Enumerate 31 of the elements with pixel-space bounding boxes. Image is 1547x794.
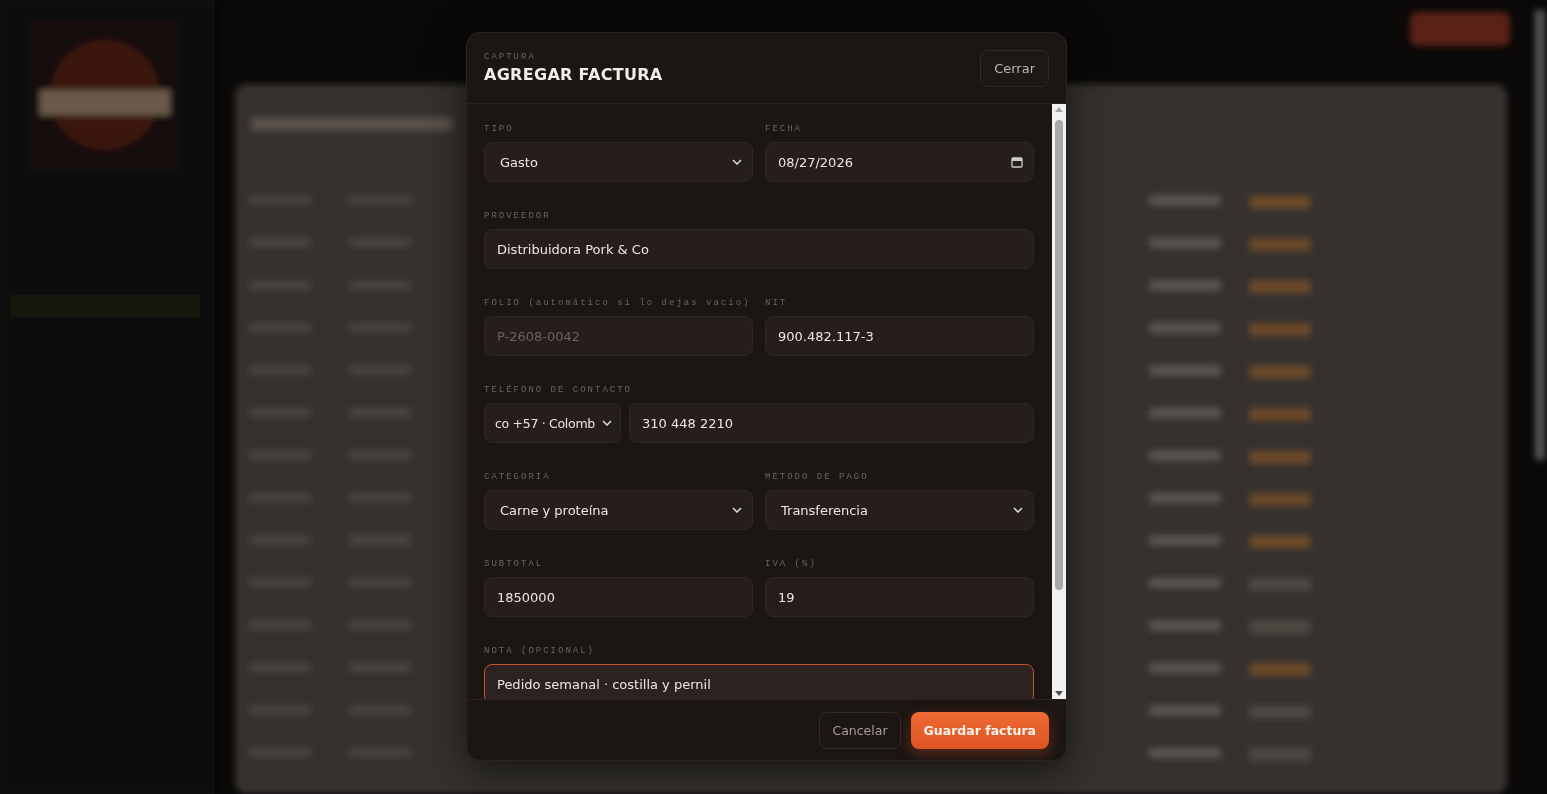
select-field[interactable]: co +57 · Colomb — [484, 403, 621, 443]
input-field[interactable]: 19 — [765, 577, 1034, 617]
calendar-icon — [1011, 156, 1023, 168]
input-field[interactable]: 900.482.117-3 — [765, 316, 1034, 356]
chevron-down-icon — [602, 420, 612, 426]
input-field[interactable]: 1850000 — [484, 577, 753, 617]
chevron-down-icon — [732, 507, 742, 513]
date-field[interactable]: 08/27/2026 — [765, 142, 1034, 182]
field-label: NIT — [765, 298, 789, 310]
select-field[interactable]: Transferencia — [765, 490, 1034, 530]
field-label: PROVEEDOR — [484, 211, 552, 223]
field-label: MÉTODO DE PAGO — [765, 472, 870, 484]
field-label: TIPO — [484, 124, 515, 136]
dialog-eyebrow: CAPTURA — [484, 52, 537, 62]
chevron-down-icon — [732, 159, 742, 165]
input-field[interactable]: Pedido semanal · costilla y pernil — [484, 664, 1034, 699]
field-label: SUBTOTAL — [484, 559, 545, 571]
chevron-down-icon — [1013, 507, 1023, 513]
cancel-button[interactable]: Cancelar — [819, 711, 901, 749]
select-field[interactable]: Carne y proteína — [484, 490, 753, 530]
input-field[interactable]: Distribuidora Pork & Co — [484, 229, 1034, 269]
select-field[interactable]: Gasto — [484, 142, 753, 182]
field-label: IVA (%) — [765, 559, 818, 571]
field-label: NOTA (OPCIONAL) — [484, 646, 596, 658]
field-label: FOLIO (automático si lo dejas vacío) — [484, 298, 752, 310]
field-label: FECHA — [765, 124, 803, 136]
close-button[interactable]: Cerrar — [980, 49, 1049, 87]
field-label: TELÉFONO DE CONTACTO — [484, 385, 634, 397]
dialog-title: AGREGAR FACTURA — [484, 65, 663, 84]
input-field[interactable]: 310 448 2210 — [629, 403, 1034, 443]
field-label: CATEGORÍA — [484, 472, 552, 484]
